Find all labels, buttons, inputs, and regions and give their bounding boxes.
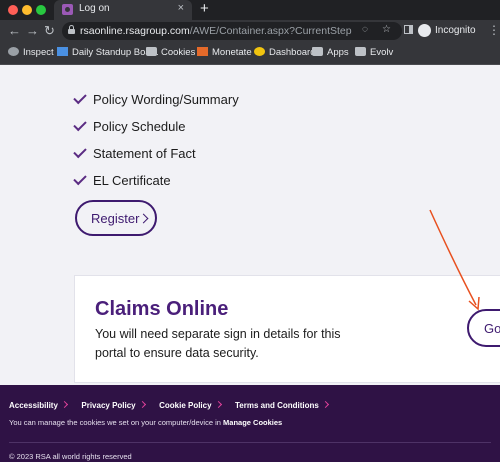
bookmark-apps[interactable]: Apps [312,47,349,58]
footer-link-label: Cookie Policy [159,401,212,410]
address-bar[interactable]: rsaonline.rsagroup.com/AWE/Container.asp… [62,22,402,40]
checklist-label: Policy Wording/Summary [93,92,239,107]
lock-icon [68,25,75,34]
profile-label: Incognito [435,25,476,36]
tab-strip: Log on × + [0,0,500,20]
footer-link-terms[interactable]: Terms and Conditions [235,400,329,410]
go-label: Go [484,321,500,336]
monetate-icon [197,47,208,56]
url-path: /AWE/Container.aspx?CurrentStep=Login&C.… [189,25,352,37]
chevron-right-icon [214,400,222,409]
bookmark-cookies[interactable]: Cookies [146,47,195,58]
url-text[interactable]: rsaonline.rsagroup.com/AWE/Container.asp… [80,25,352,37]
board-icon [57,47,68,56]
forward-button[interactable]: → [26,23,39,38]
star-icon[interactable]: ☆ [382,24,391,35]
footer-link-accessibility[interactable]: Accessibility [9,400,68,410]
more-menu-icon[interactable]: ⋮ [488,23,500,37]
claims-online-card: Claims Online You will need separate sig… [74,275,500,383]
copyright-text: © 2023 RSA all world rights reserved [9,452,132,461]
footer-link-privacy-policy[interactable]: Privacy Policy [81,400,146,410]
bookmark-daily-standup[interactable]: Daily Standup Boa... [57,47,159,58]
minimize-window-button[interactable] [22,5,32,15]
bookmark-evolv[interactable]: Evolv [355,47,393,58]
bookmark-label: Evolv [370,47,394,58]
page-content: Policy Wording/Summary Policy Schedule S… [0,65,500,385]
footer-link-label: Privacy Policy [81,401,136,410]
footer-link-cookie-policy[interactable]: Cookie Policy [159,400,222,410]
tab-log-on[interactable]: Log on × [54,0,192,20]
folder-icon [146,47,157,56]
check-icon [73,171,87,186]
bookmark-label: Dashboard [269,47,316,58]
chevron-right-icon [60,400,68,409]
bookmark-label: Monetate [212,47,252,58]
register-button[interactable]: Register [75,200,157,236]
checklist-label: Statement of Fact [93,146,196,161]
folder-icon [355,47,366,56]
register-label: Register [91,211,140,226]
browser-toolbar: ← → ↻ rsaonline.rsagroup.com/AWE/Contain… [0,20,500,42]
checklist-label: Policy Schedule [93,119,186,134]
cookie-notice: You can manage the cookies we set on you… [9,418,282,427]
reload-button[interactable]: ↻ [44,23,55,39]
bookmarks-bar: Inspect Daily Standup Boa... Cookies Mon… [0,42,500,65]
new-tab-button[interactable]: + [200,0,209,17]
tab-close-icon[interactable]: × [178,2,184,14]
bookmark-inspect[interactable]: Inspect [8,47,54,58]
check-icon [73,117,87,132]
checklist-label: EL Certificate [93,173,171,188]
close-window-button[interactable] [8,5,18,15]
globe-icon [8,47,19,56]
bookmark-monetate[interactable]: Monetate [197,47,252,58]
footer-link-label: Terms and Conditions [235,401,319,410]
back-button[interactable]: ← [8,23,21,38]
bookmark-label: Apps [327,47,349,58]
cookie-text: You can manage the cookies we set on you… [9,418,221,427]
folder-icon [312,47,323,56]
tab-title: Log on [79,3,110,14]
footer-divider [9,442,491,443]
maximize-window-button[interactable] [36,5,46,15]
incognito-icon [418,24,431,37]
go-button[interactable]: Go [467,309,500,347]
claims-description: You will need separate sign in details f… [95,327,341,360]
eye-off-icon[interactable]: ◌ [362,24,368,35]
check-icon [73,144,87,159]
site-footer: Accessibility Privacy Policy Cookie Poli… [0,385,500,462]
bookmark-label: Inspect [23,47,54,58]
chevron-right-icon [138,400,146,409]
footer-link-label: Accessibility [9,401,58,410]
claims-title: Claims Online [95,298,229,320]
dashboard-icon [254,47,265,56]
bookmark-dashboard[interactable]: Dashboard [254,47,315,58]
site-favicon-icon [62,4,73,15]
bookmark-label: Cookies [161,47,196,58]
chevron-right-icon [138,213,149,224]
manage-cookies-link[interactable]: Manage Cookies [223,418,282,427]
footer-links: Accessibility Privacy Policy Cookie Poli… [9,395,338,413]
check-icon [73,90,87,105]
url-host: rsaonline.rsagroup.com [80,25,190,37]
chevron-right-icon [321,400,329,409]
side-panel-icon[interactable] [404,25,413,34]
